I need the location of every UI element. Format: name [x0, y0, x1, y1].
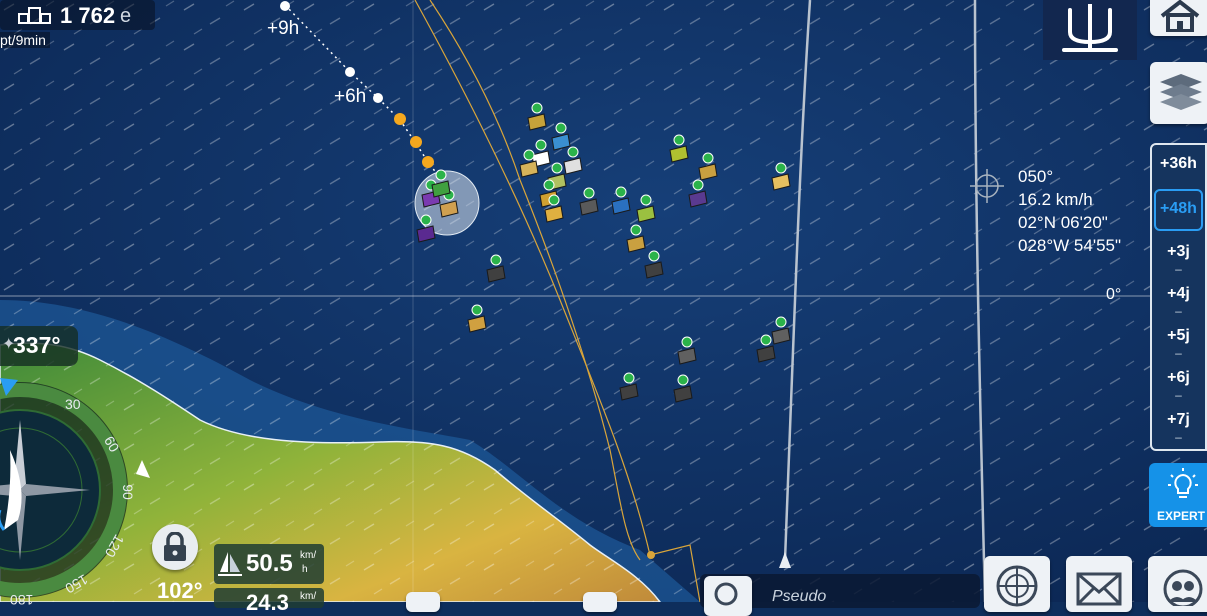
search-icon: [714, 582, 738, 606]
home-icon: [1160, 0, 1200, 32]
ranking-suffix: e: [120, 5, 132, 27]
competitor-boat-marker[interactable]: [551, 122, 571, 151]
mail-icon: [1076, 572, 1122, 606]
equator-label: 0°: [1106, 286, 1122, 303]
competitor-boat-marker[interactable]: [416, 214, 436, 243]
wind-direction-value: 337°: [13, 332, 61, 358]
competitor-boat-marker[interactable]: [563, 146, 583, 175]
lock-icon: [164, 532, 186, 561]
competitor-boat-marker[interactable]: [756, 334, 776, 363]
boat-speed-value: 50.5: [246, 550, 293, 577]
wind-direction-panel: ✦ 337°: [0, 326, 78, 366]
home-button[interactable]: [1150, 0, 1207, 36]
track-label-9h: +9h: [267, 18, 300, 39]
bottom-button-1[interactable]: [406, 592, 440, 612]
secondary-speed-unit: km/: [300, 591, 317, 602]
timeline-item-3j[interactable]: +3j –: [1152, 233, 1205, 275]
compass-label-180: 180: [10, 592, 34, 608]
pseudo-input-placeholder[interactable]: Pseudo: [772, 588, 826, 606]
mail-button[interactable]: [1066, 556, 1132, 612]
competitor-boat-marker[interactable]: [619, 372, 639, 401]
competitor-boat-marker[interactable]: [527, 102, 547, 131]
track-label-6h: +6h: [334, 86, 367, 107]
cursor-longitude: 028°W 54'55": [1018, 236, 1122, 255]
cursor-heading: 050°: [1018, 167, 1054, 186]
ranking-panel[interactable]: 1 762 e: [0, 0, 155, 30]
lock-button[interactable]: [152, 524, 198, 570]
ranking-value: 1 762: [60, 3, 116, 28]
layers-icon: [1160, 74, 1202, 110]
competitor-boat-marker[interactable]: [698, 152, 718, 181]
timeline-item-7j[interactable]: +7j –: [1152, 401, 1205, 443]
heading-value[interactable]: 102°: [157, 578, 203, 604]
timeline-item-48h[interactable]: +48h: [1154, 189, 1203, 231]
compass-widget[interactable]: 30 60 90 120 150 180: [0, 370, 150, 610]
competitor-boat-marker[interactable]: [771, 316, 791, 345]
compass-label-90: 90: [119, 484, 136, 500]
compass-label-30: 30: [65, 396, 81, 412]
bulb-icon: [1168, 468, 1198, 498]
competitor-boat-marker[interactable]: [626, 224, 646, 253]
ranking-delta: pt/9min: [0, 32, 50, 48]
secondary-speed-value: 24.3: [246, 590, 289, 615]
forecast-timeline[interactable]: +36h +48h +3j – +4j – +5j – +6j – +7j –: [1150, 143, 1207, 451]
competitor-boat-marker[interactable]: [673, 374, 693, 403]
competitor-boat-marker[interactable]: [636, 194, 656, 223]
competitor-boat-marker[interactable]: [467, 304, 487, 333]
boat-speed-panel: 50.5 km/ h: [214, 544, 324, 584]
expert-button[interactable]: EXPERT: [1149, 463, 1207, 527]
trident-logo-button[interactable]: [1043, 0, 1137, 60]
trident-logo-icon: [1062, 4, 1118, 52]
competitor-boat-marker[interactable]: [486, 254, 506, 283]
competitor-boat-marker[interactable]: [611, 186, 631, 215]
competitor-boat-marker[interactable]: [677, 336, 697, 365]
search-button[interactable]: [704, 576, 752, 616]
cursor-latitude: 02°N 06'20": [1018, 213, 1108, 232]
timeline-item-4j[interactable]: +4j –: [1152, 275, 1205, 317]
sail-icon: [218, 552, 242, 576]
boat-markers[interactable]: [0, 0, 1207, 602]
boat-speed-unit-top: km/: [300, 550, 317, 561]
cursor-speed: 16.2 km/h: [1018, 190, 1093, 209]
layers-button[interactable]: [1150, 62, 1207, 124]
search-bar[interactable]: Pseudo: [700, 574, 980, 616]
competitor-boat-marker[interactable]: [669, 134, 689, 163]
secondary-speed-panel: 24.3 km/: [214, 588, 324, 615]
expert-label: EXPERT: [1157, 509, 1206, 523]
cursor-info: 050° 16.2 km/h 02°N 06'20" 028°W 54'55": [1018, 165, 1121, 257]
players-icon: [1163, 569, 1203, 606]
competitor-boat-marker[interactable]: [688, 179, 708, 208]
competitor-boat-marker[interactable]: [579, 187, 599, 216]
radar-icon: [996, 565, 1038, 607]
competitor-boat-marker[interactable]: [771, 162, 791, 191]
timeline-item-6j[interactable]: +6j –: [1152, 359, 1205, 401]
bottom-button-2[interactable]: [583, 592, 617, 612]
timeline-item-5j[interactable]: +5j –: [1152, 317, 1205, 359]
timeline-item-36h[interactable]: +36h: [1152, 145, 1205, 187]
competitor-boat-marker[interactable]: [644, 250, 664, 279]
players-button[interactable]: [1148, 556, 1207, 612]
radar-button[interactable]: [984, 556, 1050, 612]
boat-speed-unit-bottom: h: [302, 564, 308, 575]
ranking-icon: [18, 7, 51, 24]
